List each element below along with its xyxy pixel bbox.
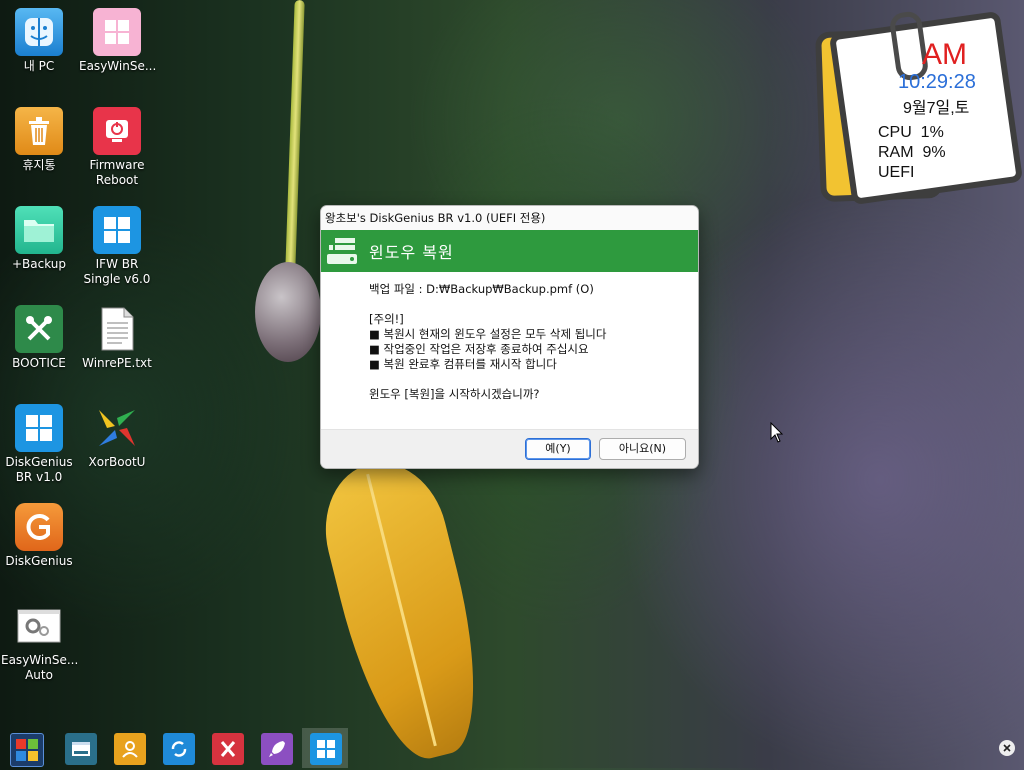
desktop-icon-label: Firmware Reboot	[89, 158, 145, 187]
desktop-icon-label: 휴지통	[22, 158, 56, 172]
taskbar-rocket-app[interactable]	[261, 733, 293, 765]
clock-time: 10:29:28	[898, 71, 976, 93]
taskbar-x-app[interactable]	[212, 733, 244, 765]
windows-logo-icon	[15, 404, 63, 452]
mouse-cursor-icon	[770, 421, 784, 448]
clock-mode: UEFI	[878, 164, 915, 181]
folder-icon	[15, 206, 63, 254]
restore-dialog: 왕초보's DiskGenius BR v1.0 (UEFI 전용) 윈도우 복…	[320, 205, 699, 469]
notice-line: ■ 작업중인 작업은 저장후 종료하여 주십시요	[369, 342, 589, 356]
taskbar-window-app[interactable]	[65, 733, 97, 765]
clock-cpu: CPU 1%	[878, 124, 944, 141]
close-icon	[1003, 744, 1011, 752]
rocket-icon	[269, 741, 285, 757]
desktop-icon-label: +Backup	[11, 257, 67, 271]
desktop-icon-winrepe-txt[interactable]: WinrePE.txt	[79, 305, 155, 371]
dialog-footer: 예(Y) 아니요(N)	[321, 429, 698, 468]
user-icon	[122, 741, 138, 758]
xorboot-icon	[93, 404, 141, 452]
dialog-body: 백업 파일 : D:₩Backup₩Backup.pmf (O) [주의!] ■…	[321, 272, 698, 427]
desktop-icon-backup[interactable]: +Backup	[1, 206, 77, 272]
clock-ram: RAM 9%	[878, 144, 946, 161]
desktop-icon-bootice[interactable]: BOOTICE	[1, 305, 77, 371]
notice-line: ■ 복원시 현재의 윈도우 설정은 모두 삭제 됩니다	[369, 327, 607, 341]
tray-close-button[interactable]	[999, 740, 1015, 756]
desktop-icon-label: WinrePE.txt	[82, 356, 152, 370]
desktop-icon-label: DiskGenius BR v1.0	[5, 455, 73, 484]
desktop-icon-xorbootu[interactable]: XorBootU	[79, 404, 155, 470]
start-button[interactable]	[10, 733, 44, 767]
wallpaper-bud	[255, 262, 321, 362]
dialog-question: 윈도우 [복원]을 시작하시겠습니까?	[369, 387, 540, 401]
dialog-header: 윈도우 복원	[321, 230, 698, 272]
trash-icon	[15, 107, 63, 155]
desktop-icon-label: DiskGenius	[5, 554, 73, 568]
desktop-icon-easywinse-auto[interactable]: EasyWinSe... Auto	[1, 602, 79, 683]
taskbar-diskgenius-br-app[interactable]	[310, 733, 342, 765]
start-icon	[16, 739, 38, 761]
desktop-icon-label: 내 PC	[23, 59, 55, 73]
desktop-icon-diskgenius[interactable]: DiskGenius	[1, 503, 77, 569]
window-icon	[72, 742, 90, 756]
yes-button[interactable]: 예(Y)	[525, 438, 591, 460]
desktop-icon-my-pc[interactable]: 내 PC	[1, 8, 77, 74]
notice-heading: [주의!]	[369, 312, 404, 326]
reboot-icon	[93, 107, 141, 155]
text-file-icon	[93, 305, 141, 353]
clock-ampm: AM	[922, 38, 967, 71]
backup-file-line: 백업 파일 : D:₩Backup₩Backup.pmf (O)	[369, 282, 594, 296]
finder-icon	[15, 8, 63, 56]
desktop-icon-easywinse[interactable]: EasyWinSe...	[79, 8, 157, 74]
desktop-icon-recycle-bin[interactable]: 휴지통	[1, 107, 77, 173]
desktop-icon-firmware-reboot[interactable]: Firmware Reboot	[79, 107, 155, 188]
sync-icon	[171, 741, 187, 757]
settings-window-icon	[15, 602, 63, 650]
notice-line: ■ 복원 완료후 컴퓨터를 재시작 합니다	[369, 357, 557, 371]
wallpaper-leaf	[310, 449, 500, 770]
restore-drive-icon	[325, 234, 359, 268]
taskbar-user-app[interactable]	[114, 733, 146, 765]
windows-logo-icon	[93, 8, 141, 56]
desktop-icon-ifw-br[interactable]: IFW BR Single v6.0	[79, 206, 155, 287]
desktop-icon-label: BOOTICE	[12, 356, 66, 370]
windows-logo-icon	[317, 740, 335, 758]
taskbar	[0, 728, 1024, 768]
wallpaper-stem	[285, 0, 305, 271]
dialog-title-bar[interactable]: 왕초보's DiskGenius BR v1.0 (UEFI 전용)	[321, 206, 698, 230]
x-app-icon	[220, 741, 236, 757]
desktop-icon-diskgenius-br[interactable]: DiskGenius BR v1.0	[1, 404, 77, 485]
taskbar-sync-app[interactable]	[163, 733, 195, 765]
diskgenius-icon	[15, 503, 63, 551]
desktop-icon-label: EasyWinSe...	[79, 59, 157, 73]
desktop-icon-label: EasyWinSe... Auto	[1, 653, 79, 682]
windows-logo-icon	[93, 206, 141, 254]
desktop-icon-label: IFW BR Single v6.0	[83, 257, 151, 286]
clock-date: 9월7일,토	[903, 100, 970, 117]
no-button[interactable]: 아니요(N)	[599, 438, 686, 460]
tools-icon	[15, 305, 63, 353]
dialog-header-title: 윈도우 복원	[369, 243, 454, 262]
desktop-icon-label: XorBootU	[88, 455, 146, 469]
